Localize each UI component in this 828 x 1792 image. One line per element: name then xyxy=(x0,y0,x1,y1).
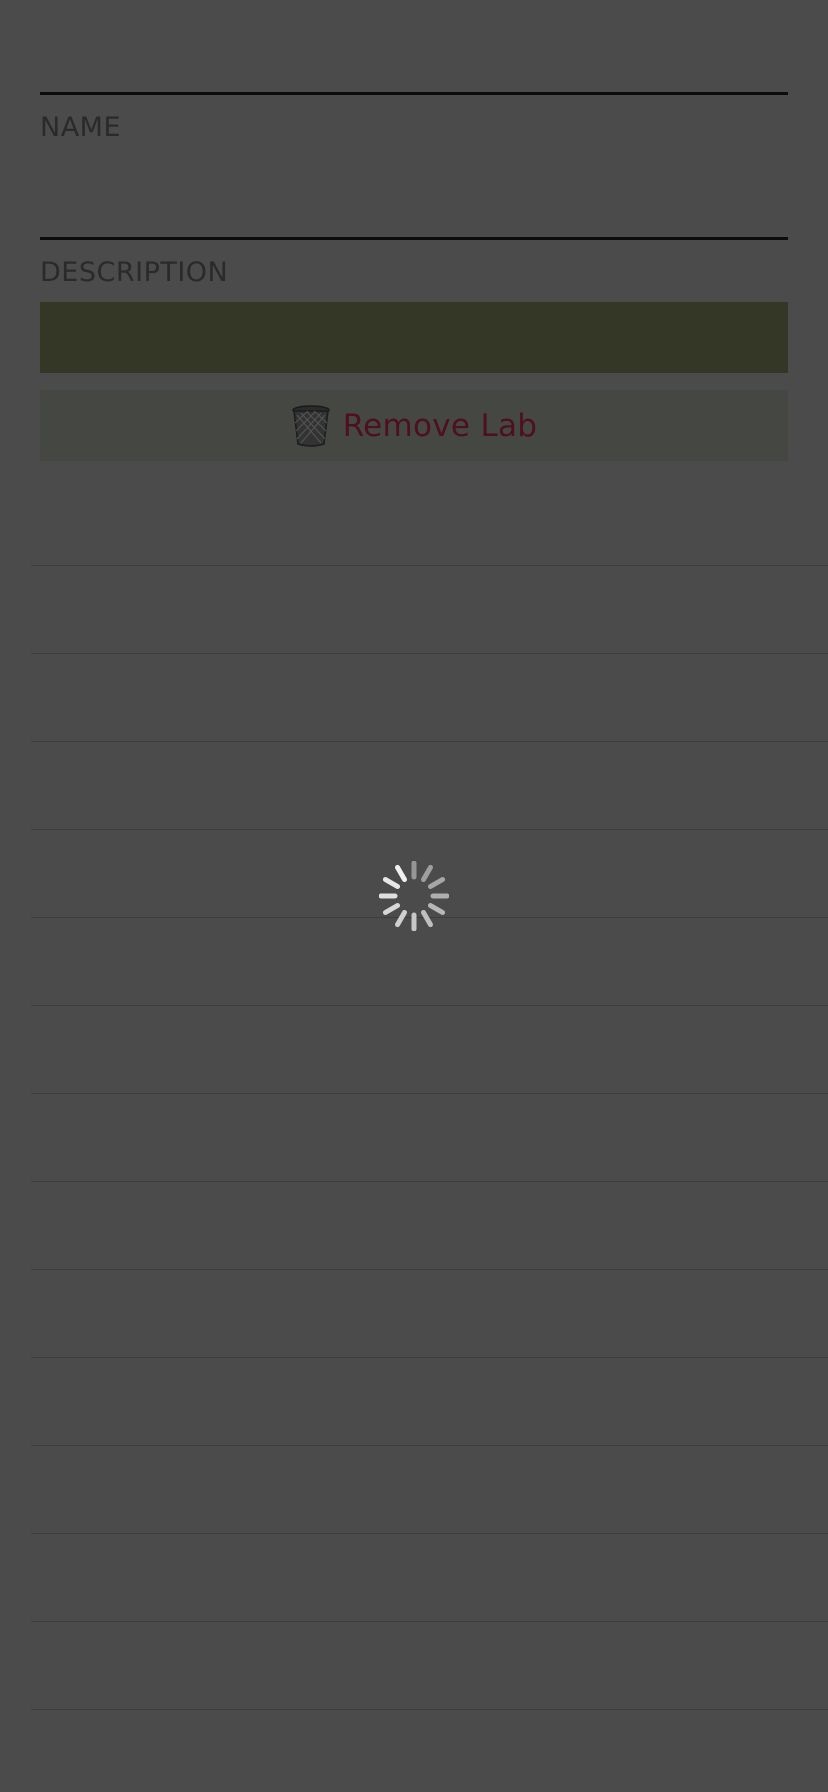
description-field-divider xyxy=(40,237,788,240)
lab-edit-screen: NAME DESCRIPTION Remove Lab xyxy=(0,0,828,1792)
table-row-separator xyxy=(31,1709,828,1710)
spinner-spoke xyxy=(382,877,401,889)
spinner-spoke xyxy=(395,864,407,883)
table-row-separator xyxy=(31,1621,828,1622)
remove-lab-label: Remove Lab xyxy=(342,407,538,444)
activity-spinner-icon xyxy=(379,861,449,931)
table-row-separator xyxy=(31,565,828,566)
table-row-separator xyxy=(31,1357,828,1358)
trash-icon xyxy=(291,404,330,447)
name-label: NAME xyxy=(40,112,122,143)
spinner-spoke xyxy=(421,864,433,883)
remove-lab-button[interactable]: Remove Lab xyxy=(40,390,788,461)
table-row-separator xyxy=(31,1269,828,1270)
spinner-spoke xyxy=(421,909,433,928)
spinner-spoke xyxy=(395,909,407,928)
spinner-spoke xyxy=(382,903,401,915)
lab-form: NAME DESCRIPTION xyxy=(40,92,788,290)
table-row-separator xyxy=(31,1533,828,1534)
table-row-separator xyxy=(31,741,828,742)
spinner-spoke xyxy=(427,903,446,915)
description-field[interactable] xyxy=(40,302,788,373)
table-row-separator xyxy=(31,1445,828,1446)
table-row-separator xyxy=(31,1005,828,1006)
name-field-divider xyxy=(40,92,788,95)
description-label: DESCRIPTION xyxy=(40,257,229,288)
table-row-separator xyxy=(31,1181,828,1182)
spinner-spoke xyxy=(427,877,446,889)
table-row-separator xyxy=(31,653,828,654)
table-row-separator xyxy=(31,1093,828,1094)
table-row-separator xyxy=(31,829,828,830)
name-field[interactable] xyxy=(40,145,788,237)
